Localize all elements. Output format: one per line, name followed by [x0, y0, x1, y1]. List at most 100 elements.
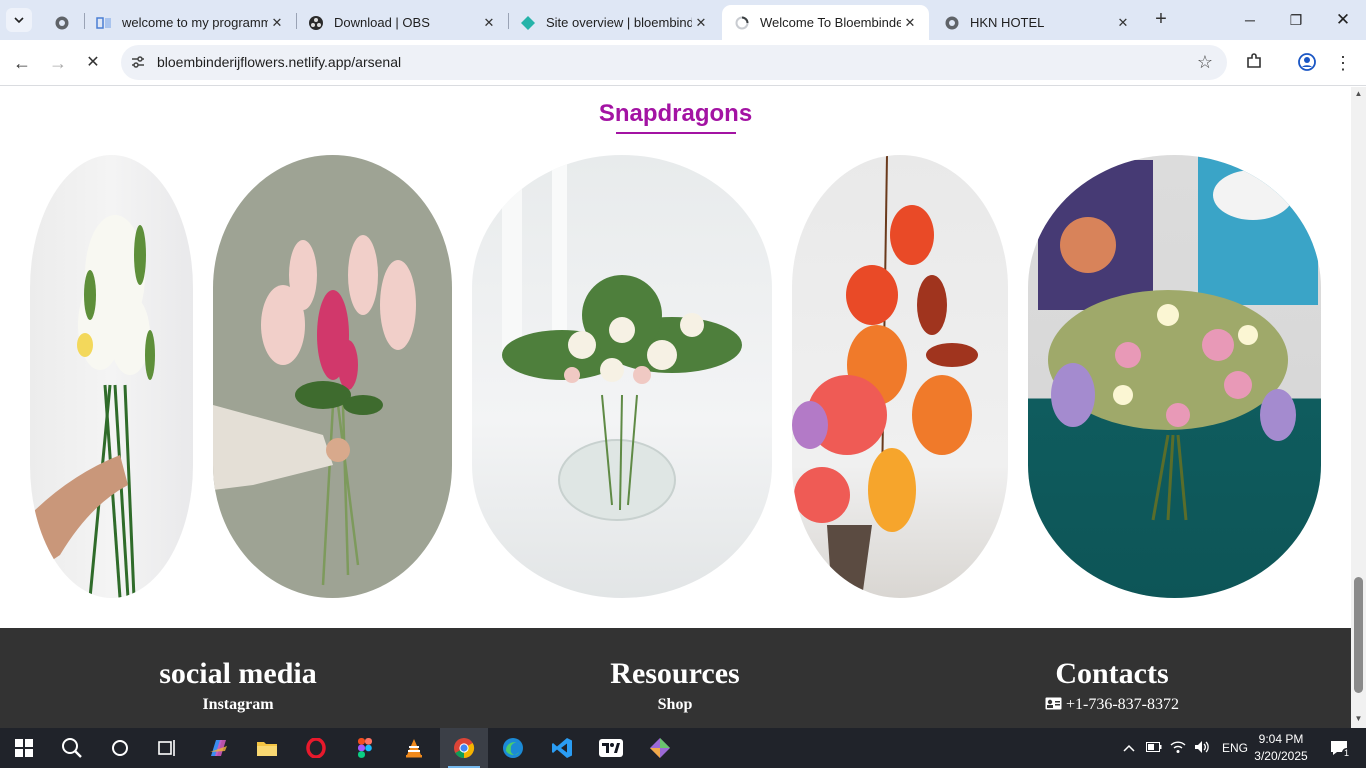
back-button[interactable]: ← — [11, 52, 33, 74]
footer-resources-title: Resources — [610, 657, 740, 690]
vscode-icon — [552, 738, 572, 758]
new-tab-button[interactable]: + — [1150, 9, 1172, 31]
tab-title: Download | OBS — [334, 15, 430, 30]
flower-image-tulip-arrangement — [792, 155, 1008, 598]
tab-title: HKN HOTEL — [970, 15, 1045, 30]
browser-tab-strip: welcome to my programm ✕ Download | OBS … — [0, 0, 1366, 40]
windows-taskbar: ENG 9:04 PM 3/20/2025 1 — [0, 728, 1366, 768]
scroll-down-arrow-icon[interactable]: ▼ — [1353, 714, 1364, 723]
taskbar-app-opera[interactable] — [292, 728, 340, 768]
clock-time: 9:04 PM — [1258, 732, 1304, 746]
taskbar-clock[interactable]: 9:04 PM 3/20/2025 — [1248, 731, 1314, 765]
close-icon[interactable]: ✕ — [901, 14, 919, 32]
address-bar[interactable]: bloembinderijflowers.netlify.app/arsenal… — [121, 45, 1227, 80]
taskbar-app-chrome[interactable] — [440, 728, 488, 768]
close-icon[interactable]: ✕ — [692, 14, 710, 32]
diamond-app-icon — [650, 738, 670, 758]
tab-1[interactable]: Download | OBS ✕ — [296, 5, 508, 40]
opera-icon — [306, 738, 326, 758]
section-title: Snapdragons — [598, 100, 753, 127]
tab-pinned-globe[interactable] — [42, 5, 72, 40]
taskbar-app-copilot[interactable] — [194, 728, 242, 768]
close-icon[interactable]: ✕ — [1114, 14, 1132, 32]
taskbar-app-vlc[interactable] — [390, 728, 438, 768]
close-icon[interactable]: ✕ — [480, 14, 498, 32]
notification-count: 1 — [1342, 748, 1352, 758]
tab-title: Welcome To Bloembinderij — [760, 15, 901, 30]
windows-logo-icon — [15, 739, 33, 757]
stop-loading-button[interactable]: ✕ — [82, 52, 104, 74]
clock-date: 3/20/2025 — [1254, 749, 1308, 763]
url-text[interactable]: bloembinderijflowers.netlify.app/arsenal — [157, 54, 401, 70]
copilot-icon — [210, 740, 227, 756]
phone-number[interactable]: +1-736-837-8372 — [1066, 696, 1179, 713]
restore-button[interactable]: ❐ — [1284, 8, 1308, 32]
taskbar-app-edge[interactable] — [489, 728, 537, 768]
tab-search-button[interactable] — [6, 8, 32, 32]
flower-image-white-vase — [472, 155, 772, 598]
phone-line: +1-736-837-8372 — [892, 696, 1332, 714]
close-icon[interactable]: ✕ — [268, 14, 286, 32]
close-icon: ✕ — [1335, 10, 1351, 29]
taskbar-app-git-tool[interactable] — [636, 728, 684, 768]
tab-4[interactable]: HKN HOTEL ✕ — [932, 5, 1142, 40]
tab-title: welcome to my programm — [122, 15, 268, 30]
chevron-down-icon — [14, 17, 24, 24]
scrollbar-thumb[interactable] — [1354, 577, 1363, 693]
battery-icon[interactable] — [1146, 741, 1162, 755]
scroll-up-arrow-icon[interactable]: ▲ — [1353, 89, 1364, 98]
menu-kebab-icon[interactable]: ⋮ — [1332, 52, 1354, 74]
search-button[interactable] — [48, 728, 96, 768]
obs-icon — [308, 15, 324, 31]
loading-icon — [734, 15, 750, 31]
volume-icon[interactable] — [1194, 740, 1210, 757]
notification-center-button[interactable]: 1 — [1324, 728, 1354, 768]
shop-link[interactable]: Shop — [455, 696, 895, 714]
page-scrollbar[interactable]: ▲ ▼ — [1351, 87, 1366, 728]
taskbar-app-file-explorer[interactable] — [243, 728, 291, 768]
browser-toolbar: ← → ✕ bloembinderijflowers.netlify.app/a… — [0, 40, 1366, 86]
title-underline — [616, 132, 736, 134]
contact-card-icon — [1045, 697, 1062, 710]
footer-social-title: social media — [159, 657, 317, 690]
tab-3-active[interactable]: Welcome To Bloembinderij ✕ — [722, 5, 929, 40]
instagram-link[interactable]: Instagram — [18, 696, 458, 714]
task-view-icon — [158, 740, 175, 756]
cortana-circle-icon — [112, 740, 128, 756]
tradingview-icon — [599, 739, 623, 757]
start-button[interactable] — [0, 728, 48, 768]
taskbar-app-figma[interactable] — [341, 728, 389, 768]
taskbar-app-tradingview[interactable] — [587, 728, 635, 768]
flower-image-mixed-bouquet — [1028, 155, 1321, 598]
vlc-cone-icon — [406, 739, 422, 758]
tab-0[interactable]: welcome to my programm ✕ — [84, 5, 296, 40]
tab-title: Site overview | bloembinde — [546, 15, 692, 30]
netlify-icon — [520, 15, 536, 31]
edge-icon — [503, 738, 523, 758]
bookmark-star-icon[interactable]: ☆ — [1197, 52, 1213, 73]
figma-icon — [358, 738, 372, 758]
footer-resources-column: Resources Shop — [455, 656, 895, 714]
chevron-up-icon[interactable] — [1120, 741, 1138, 755]
wifi-icon[interactable] — [1170, 740, 1186, 757]
footer-contacts-title: Contacts — [1055, 657, 1169, 690]
globe-icon — [944, 15, 960, 31]
close-window-button[interactable]: ✕ — [1331, 8, 1355, 32]
folder-icon — [257, 742, 277, 756]
extensions-icon[interactable] — [1243, 52, 1265, 74]
flower-image-white-snapdragon — [30, 155, 193, 598]
plus-icon: + — [1155, 8, 1167, 30]
profile-icon[interactable] — [1296, 52, 1318, 74]
forward-button[interactable]: → — [47, 52, 69, 74]
minimize-button[interactable]: ─ — [1238, 8, 1262, 32]
cortana-button[interactable] — [96, 728, 144, 768]
task-view-button[interactable] — [144, 728, 192, 768]
language-indicator[interactable]: ENG — [1222, 741, 1248, 755]
flower-image-pink-snapdragon — [213, 155, 452, 598]
tab-2[interactable]: Site overview | bloembinde ✕ — [508, 5, 720, 40]
site-settings-icon[interactable] — [129, 54, 147, 72]
arrow-left-icon: ← — [13, 53, 31, 73]
page-viewport: Snapdragons social media Instagram Resou… — [0, 87, 1351, 728]
site-footer: social media Instagram Resources Shop Co… — [0, 628, 1351, 728]
taskbar-app-vscode[interactable] — [538, 728, 586, 768]
